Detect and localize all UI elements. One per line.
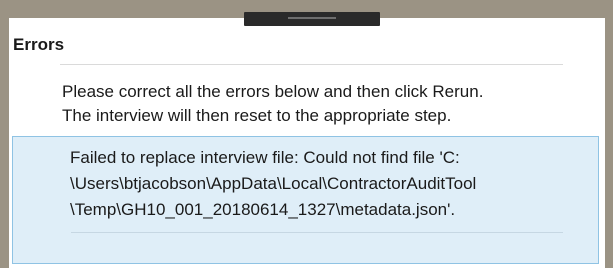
error-list-item[interactable]: Failed to replace interview file: Could … [12,136,599,264]
drag-handle[interactable] [244,12,380,26]
error-message: Failed to replace interview file: Could … [70,145,590,223]
error-divider [71,232,563,233]
instruction-line: Please correct all the errors below and … [62,82,484,101]
error-message-line: \Temp\GH10_001_20180614_1327\metadata.js… [70,200,456,219]
drag-handle-icon [288,17,336,19]
error-message-line: \Users\btjacobson\AppData\Local\Contract… [70,174,477,193]
window-frame-right [605,0,613,268]
title-divider [60,64,563,65]
instruction-line: The interview will then reset to the app… [62,106,452,125]
errors-panel: Errors Please correct all the errors bel… [9,18,605,268]
window-frame-left [0,0,9,268]
instructions: Please correct all the errors below and … [62,80,602,128]
error-message-line: Failed to replace interview file: Could … [70,148,460,167]
panel-title: Errors [13,35,65,54]
